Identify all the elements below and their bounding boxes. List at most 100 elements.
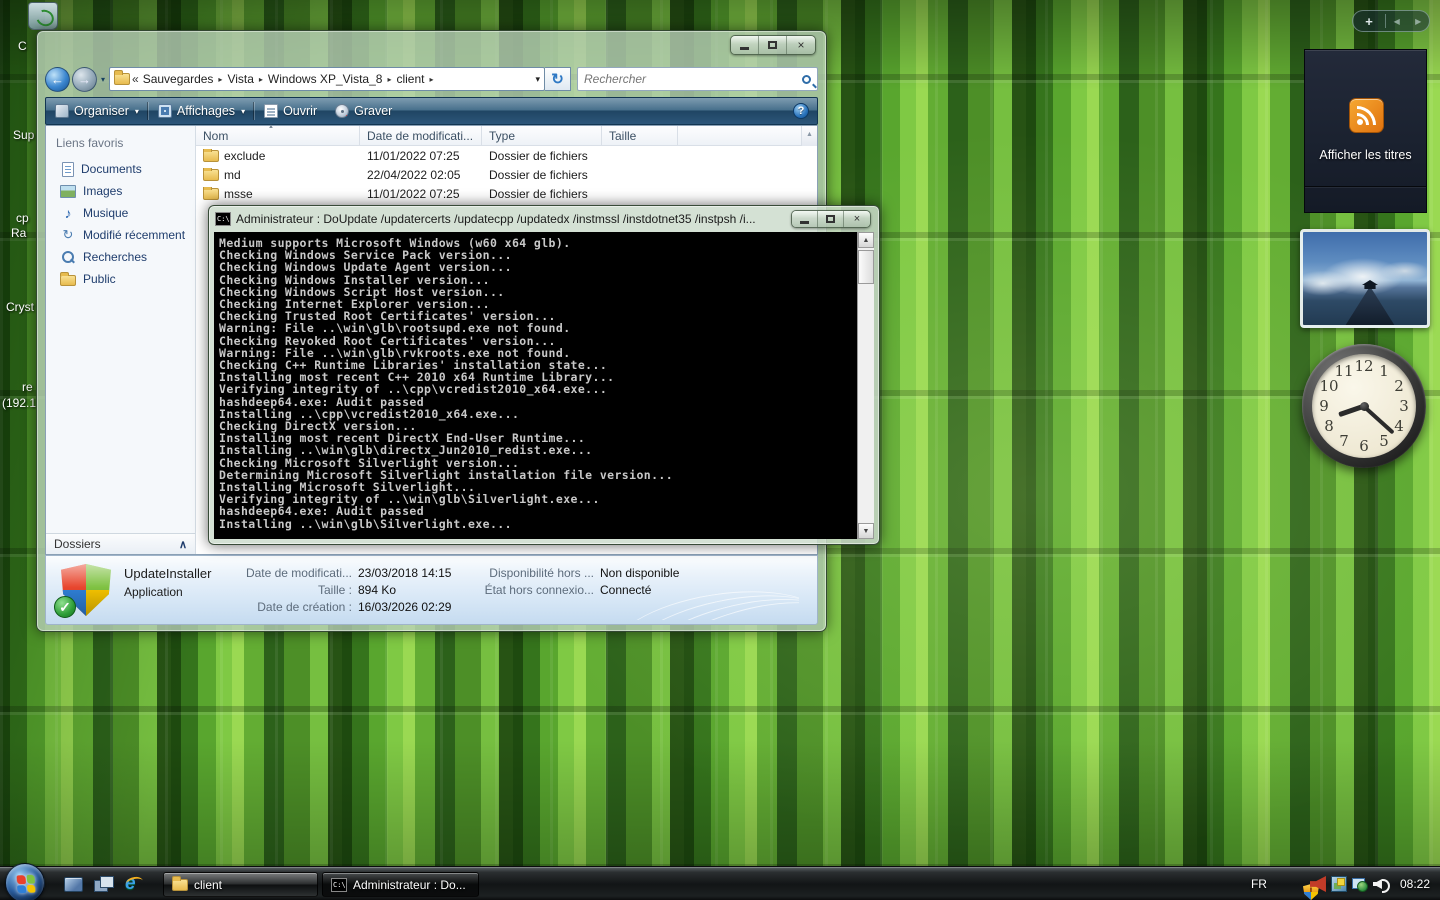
- clock-number: 2: [1394, 377, 1404, 395]
- media-program-icon[interactable]: [1331, 876, 1347, 892]
- chevron-right-icon[interactable]: ▸: [387, 75, 391, 84]
- pictures-icon: [60, 185, 76, 198]
- check-badge-icon: ✓: [54, 596, 76, 618]
- console-line: hashdeep64.exe: Audit passed: [219, 396, 857, 408]
- rss-feed-gadget[interactable]: Afficher les titres: [1304, 49, 1427, 213]
- rss-gadget-label[interactable]: Afficher les titres: [1305, 148, 1426, 162]
- sidebar-item-searches[interactable]: Recherches: [46, 246, 195, 268]
- start-button[interactable]: [5, 863, 45, 900]
- photo-slideshow-gadget[interactable]: [1300, 229, 1430, 328]
- organize-menu[interactable]: Organiser ▾: [46, 98, 148, 124]
- column-header-size[interactable]: Taille: [602, 126, 678, 145]
- chevron-right-icon[interactable]: ▸: [218, 75, 222, 84]
- analog-clock-gadget[interactable]: 12 1 2 3 4 5 6 7 8 9 10 11: [1302, 344, 1426, 468]
- close-button[interactable]: ×: [844, 211, 870, 227]
- file-row-md[interactable]: md 22/04/2022 02:05 Dossier de fichiers: [196, 165, 817, 184]
- maximize-button[interactable]: [759, 36, 787, 54]
- clock-number: 1: [1379, 362, 1389, 380]
- taskbar-button-client[interactable]: client: [163, 872, 318, 897]
- views-menu[interactable]: Affichages ▾: [149, 98, 254, 124]
- desktop-icon-label[interactable]: re: [22, 380, 33, 394]
- breadcrumb-segment[interactable]: client: [396, 72, 424, 86]
- column-header-name[interactable]: ▲ Nom: [196, 126, 360, 145]
- detail-label: Date de création :: [214, 600, 352, 614]
- column-header-type[interactable]: Type: [482, 126, 602, 145]
- desktop-icon-label[interactable]: Sup: [13, 128, 34, 142]
- add-gadget-button[interactable]: +: [1353, 14, 1385, 29]
- scroll-down-icon[interactable]: ▼: [858, 523, 874, 539]
- selected-file-name: UpdateInstaller: [124, 566, 211, 581]
- console-line: Installing ..\win\glb\directx_Jun2010_re…: [219, 444, 857, 456]
- desktop-icon-label[interactable]: Cryst: [6, 300, 34, 314]
- windows-flag-icon: [17, 875, 36, 894]
- console-icon: C:\: [215, 212, 231, 226]
- clock-number: 5: [1379, 432, 1389, 450]
- clock-number: 3: [1399, 397, 1409, 415]
- help-button[interactable]: ?: [793, 103, 809, 119]
- recycle-bin-icon[interactable]: [28, 2, 58, 30]
- chevron-right-icon[interactable]: ▸: [429, 75, 433, 84]
- desktop-icon-label[interactable]: C: [18, 39, 27, 53]
- breadcrumb-segment[interactable]: Vista: [227, 72, 253, 86]
- scrollbar-thumb[interactable]: [858, 250, 874, 284]
- console-title-bar[interactable]: C:\ Administrateur : DoUpdate /updaterce…: [209, 206, 879, 232]
- network-icon[interactable]: [1352, 876, 1368, 892]
- gadget-prev-button[interactable]: ◀: [1386, 17, 1408, 26]
- history-dropdown-icon[interactable]: ▾: [101, 75, 105, 84]
- desktop-icon-label[interactable]: (192.1: [2, 396, 36, 410]
- folders-band[interactable]: Dossiers ∧: [46, 533, 195, 554]
- sidebar-item-public[interactable]: Public: [46, 268, 195, 290]
- sidebar-item-images[interactable]: Images: [46, 180, 195, 202]
- file-row-msse[interactable]: msse 11/01/2022 07:25 Dossier de fichier…: [196, 184, 817, 203]
- desktop-icon-label[interactable]: cp: [16, 211, 29, 225]
- volume-icon[interactable]: [1373, 876, 1389, 892]
- taskbar-clock[interactable]: 08:22: [1400, 877, 1430, 891]
- console-line: Checking Windows Update Agent version...: [219, 261, 857, 273]
- recently-changed-icon: ↻: [60, 228, 76, 242]
- taskbar-button-console[interactable]: C:\ Administrateur : Do...: [322, 872, 479, 897]
- sidebar-item-music[interactable]: ♪ Musique: [46, 202, 195, 224]
- sidebar-item-documents[interactable]: Documents: [46, 158, 195, 180]
- favorites-sidebar: Liens favoris Documents Images ♪ Musique…: [46, 126, 196, 554]
- search-input[interactable]: [584, 72, 802, 86]
- detail-label: Disponibilité hors ...: [474, 566, 594, 580]
- chevron-right-icon[interactable]: ▸: [259, 75, 263, 84]
- open-button[interactable]: Ouvrir: [255, 98, 326, 124]
- search-icon[interactable]: [802, 75, 811, 84]
- switch-windows-icon[interactable]: [94, 876, 114, 892]
- burn-button[interactable]: Graver: [326, 98, 401, 124]
- scroll-up-icon[interactable]: ▲: [858, 232, 874, 248]
- refresh-button[interactable]: ↻: [545, 67, 571, 91]
- window-caption-buttons: ×: [730, 35, 816, 55]
- language-indicator[interactable]: FR: [1251, 877, 1267, 891]
- scroll-up-icon[interactable]: ▲: [801, 126, 817, 146]
- breadcrumb-segment[interactable]: Windows XP_Vista_8: [268, 72, 383, 86]
- minimize-button[interactable]: [792, 211, 818, 227]
- breadcrumb-dropdown-icon[interactable]: ▾: [535, 74, 540, 85]
- breadcrumb[interactable]: « Sauvegardes ▸ Vista ▸ Windows XP_Vista…: [109, 67, 545, 91]
- show-desktop-icon[interactable]: [64, 877, 83, 892]
- breadcrumb-overflow[interactable]: «: [132, 72, 139, 86]
- breadcrumb-segment[interactable]: Sauvegardes: [143, 72, 214, 86]
- gadget-next-button[interactable]: ▶: [1408, 17, 1430, 26]
- detail-value: 23/03/2018 14:15: [358, 566, 451, 580]
- sidebar-item-recent[interactable]: ↻ Modifié récemment: [46, 224, 195, 246]
- rss-gadget-footer: [1305, 186, 1426, 212]
- maximize-button[interactable]: [818, 211, 844, 227]
- close-button[interactable]: ×: [787, 36, 815, 54]
- console-scrollbar[interactable]: ▲ ▼: [857, 232, 874, 539]
- system-tray: FR ! 08:22: [1251, 867, 1434, 900]
- desktop-icon-label[interactable]: Ra: [11, 226, 26, 240]
- internet-explorer-icon[interactable]: e: [125, 874, 145, 894]
- forward-button[interactable]: →: [72, 67, 97, 92]
- back-button[interactable]: ←: [45, 67, 70, 92]
- column-header-date[interactable]: Date de modificati...: [360, 126, 482, 145]
- minimize-button[interactable]: [731, 36, 759, 54]
- sidebar-item-label: Documents: [81, 162, 142, 176]
- favorites-header: Liens favoris: [46, 126, 195, 158]
- folder-icon: [203, 169, 219, 181]
- console-line: Checking Revoked Root Certificates' vers…: [219, 335, 857, 347]
- file-row-exclude[interactable]: exclude 11/01/2022 07:25 Dossier de fich…: [196, 146, 817, 165]
- document-icon: [264, 104, 278, 118]
- quick-launch: e: [64, 874, 156, 894]
